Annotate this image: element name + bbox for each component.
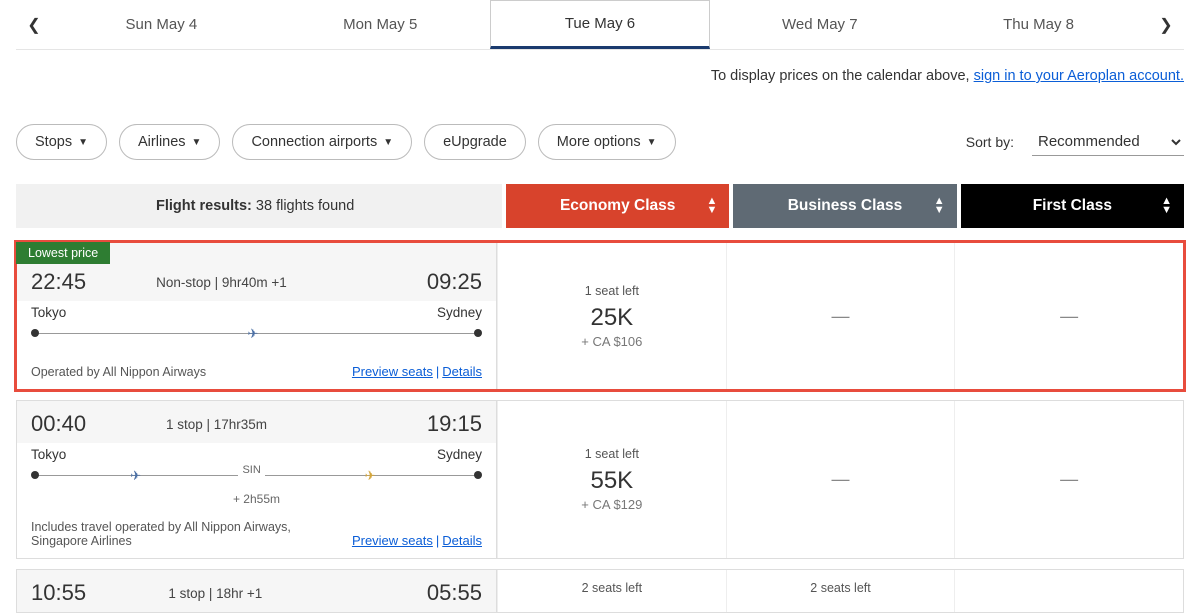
points-price: 25K [590, 304, 633, 332]
preview-seats-link[interactable]: Preview seats [352, 364, 433, 379]
date-tab-3[interactable]: Wed May 7 [710, 0, 929, 49]
surcharge: + CA $129 [581, 497, 642, 512]
origin-city: Tokyo [31, 447, 66, 462]
duration-text: 1 stop | 18hr +1 [168, 586, 262, 601]
filters-row: Stops ▼ Airlines ▼ Connection airports ▼ eU… [16, 124, 1184, 160]
lowest-price-badge: Lowest price [16, 242, 110, 264]
flight-info: 00:40 1 stop | 17hr35m 19:15 Tokyo Sydne… [17, 401, 497, 558]
plane-icon: ✈ [247, 326, 258, 342]
caret-down-icon: ▼ [192, 137, 202, 148]
filter-stops-label: Stops [35, 134, 72, 150]
preview-seats-link[interactable]: Preview seats [352, 533, 433, 548]
class-tab-economy-label: Economy Class [560, 197, 675, 215]
filter-more-options[interactable]: More options ▼ [538, 124, 676, 160]
layover-duration: + 2h55m [17, 492, 496, 514]
class-tab-business[interactable]: Business Class ▲▼ [733, 184, 956, 228]
arrive-time: 19:15 [427, 411, 482, 437]
filter-stops[interactable]: Stops ▼ [16, 124, 107, 160]
no-price-dash: — [832, 306, 850, 327]
date-tab-2[interactable]: Tue May 6 [490, 0, 711, 49]
price-cell-business[interactable]: — [726, 243, 955, 389]
plane-icon: ✈ [365, 468, 376, 484]
sort-icon: ▲▼ [934, 197, 945, 215]
results-count: Flight results: 38 flights found [16, 184, 502, 228]
results-count-label: Flight results: [156, 198, 252, 214]
signin-note: To display prices on the calendar above,… [16, 68, 1184, 84]
route-line: ✈ [31, 324, 482, 344]
price-cell-economy[interactable]: 2 seats left [497, 570, 726, 612]
seats-left: 1 seat left [585, 447, 639, 461]
filter-eupgrade-label: eUpgrade [443, 134, 507, 150]
arrive-time: 09:25 [427, 269, 482, 295]
depart-time: 00:40 [31, 411, 86, 437]
filter-connection-label: Connection airports [251, 134, 377, 150]
date-tab-1[interactable]: Mon May 5 [271, 0, 490, 49]
details-link[interactable]: Details [442, 364, 482, 379]
seats-left: 1 seat left [585, 284, 639, 298]
signin-link[interactable]: sign in to your Aeroplan account. [974, 68, 1184, 84]
flight-row: 00:40 1 stop | 17hr35m 19:15 Tokyo Sydne… [16, 400, 1184, 559]
origin-city: Tokyo [31, 305, 66, 320]
results-count-value: 38 flights found [256, 198, 354, 214]
duration-text: 1 stop | 17hr35m [166, 417, 267, 432]
flight-row: Lowest price 22:45 Non-stop | 9hr40m +1 … [16, 242, 1184, 390]
depart-time: 10:55 [31, 580, 86, 606]
price-cell-first[interactable]: — [954, 401, 1183, 558]
signin-note-text: To display prices on the calendar above, [711, 68, 974, 84]
date-tab-0[interactable]: Sun May 4 [52, 0, 271, 49]
price-cell-economy[interactable]: 1 seat left 25K + CA $106 [497, 243, 726, 389]
next-date-arrow[interactable]: ❯ [1148, 15, 1184, 35]
filter-more-label: More options [557, 134, 641, 150]
class-tab-first[interactable]: First Class ▲▼ [961, 184, 1184, 228]
filter-airlines[interactable]: Airlines ▼ [119, 124, 220, 160]
sort-icon: ▲▼ [1161, 197, 1172, 215]
details-link[interactable]: Details [442, 533, 482, 548]
seats-left: 2 seats left [810, 581, 870, 595]
dest-city: Sydney [437, 447, 482, 462]
plane-icon: ✈ [130, 468, 141, 484]
flight-info: 10:55 1 stop | 18hr +1 05:55 [17, 570, 497, 612]
operated-by: Includes travel operated by All Nippon A… [31, 520, 311, 548]
class-tab-first-label: First Class [1033, 197, 1112, 215]
price-cell-economy[interactable]: 1 seat left 55K + CA $129 [497, 401, 726, 558]
duration-text: Non-stop | 9hr40m +1 [156, 275, 287, 290]
caret-down-icon: ▼ [383, 137, 393, 148]
filter-eupgrade[interactable]: eUpgrade [424, 124, 526, 160]
price-cell-first[interactable] [954, 570, 1183, 612]
operated-by: Operated by All Nippon Airways [31, 365, 206, 379]
price-cell-business[interactable]: — [726, 401, 955, 558]
date-tabs: ❮ Sun May 4 Mon May 5 Tue May 6 Wed May … [16, 0, 1184, 50]
prev-date-arrow[interactable]: ❮ [16, 15, 52, 35]
sort-icon: ▲▼ [706, 197, 717, 215]
route-line: ✈ SIN ✈ [31, 466, 482, 486]
stop-code: SIN [238, 464, 264, 476]
sort-label: Sort by: [966, 134, 1014, 150]
price-cell-business[interactable]: 2 seats left [726, 570, 955, 612]
class-tab-business-label: Business Class [788, 197, 903, 215]
results-header: Flight results: 38 flights found Economy… [16, 184, 1184, 228]
flight-row: 10:55 1 stop | 18hr +1 05:55 2 seats lef… [16, 569, 1184, 613]
depart-time: 22:45 [31, 269, 86, 295]
price-cell-first[interactable]: — [954, 243, 1183, 389]
seats-left: 2 seats left [582, 581, 642, 595]
arrive-time: 05:55 [427, 580, 482, 606]
date-tab-4[interactable]: Thu May 8 [929, 0, 1148, 49]
no-price-dash: — [832, 469, 850, 490]
points-price: 55K [590, 467, 633, 495]
class-tab-economy[interactable]: Economy Class ▲▼ [506, 184, 729, 228]
caret-down-icon: ▼ [78, 137, 88, 148]
filter-airlines-label: Airlines [138, 134, 186, 150]
caret-down-icon: ▼ [647, 137, 657, 148]
dest-city: Sydney [437, 305, 482, 320]
sort-select[interactable]: Recommended [1032, 128, 1184, 156]
flight-info: Lowest price 22:45 Non-stop | 9hr40m +1 … [17, 243, 497, 389]
surcharge: + CA $106 [581, 334, 642, 349]
filter-connection-airports[interactable]: Connection airports ▼ [232, 124, 412, 160]
no-price-dash: — [1060, 306, 1078, 327]
no-price-dash: — [1060, 469, 1078, 490]
